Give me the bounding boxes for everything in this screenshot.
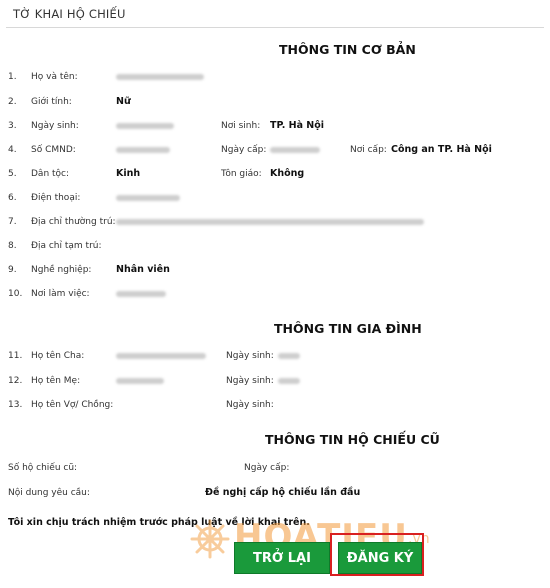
row-number: 8. [8,241,17,251]
page-title: TỜ KHAI HỘ CHIẾU [13,7,126,21]
row-number: 3. [8,121,17,131]
birth-date-label: Ngày sinh: [31,121,79,131]
request-content-value: Đề nghị cấp hộ chiếu lần đầu [205,487,361,498]
phone-label: Điện thoại: [31,193,81,203]
row-number: 7. [8,217,17,227]
request-content-label: Nội dung yêu cầu: [8,488,90,498]
mother-name-value-redacted [116,378,164,384]
old-passport-number-label: Số hộ chiếu cũ: [8,463,78,473]
id-issued-place-label: Nơi cấp: [350,145,387,155]
id-card-label: Số CMND: [31,145,76,155]
row-number: 10. [8,289,23,299]
phone-value-redacted [116,195,180,201]
row-number: 1. [8,72,17,82]
father-name-label: Họ tên Cha: [31,351,85,361]
declaration-text: Tôi xin chịu trách nhiệm trước pháp luật… [8,517,310,528]
father-name-value-redacted [116,353,206,359]
mother-name-label: Họ tên Mẹ: [31,376,81,386]
row-number: 4. [8,145,17,155]
mother-birth-label: Ngày sinh: [226,376,274,386]
religion-value: Không [270,168,305,179]
row-number: 6. [8,193,17,203]
old-passport-issued-label: Ngày cấp: [244,463,290,473]
section-title-old-passport: THÔNG TIN HỘ CHIẾU CŨ [265,432,440,447]
row-number: 2. [8,97,17,107]
father-birth-value-redacted [278,353,300,359]
id-issued-date-value-redacted [270,147,320,153]
religion-label: Tôn giáo: [221,169,262,179]
id-issued-date-label: Ngày cấp: [221,145,267,155]
workplace-value-redacted [116,291,166,297]
section-title-basic: THÔNG TIN CƠ BẢN [279,42,416,57]
ethnicity-label: Dân tộc: [31,169,70,179]
birth-place-value: TP. Hà Nội [270,120,325,131]
temporary-address-label: Địa chỉ tạm trú: [31,241,102,251]
birth-place-label: Nơi sinh: [221,121,261,131]
row-number: 12. [8,376,23,386]
father-birth-label: Ngày sinh: [226,351,274,361]
gender-label: Giới tính: [31,97,72,107]
mother-birth-value-redacted [278,378,300,384]
id-issued-place-value: Công an TP. Hà Nội [391,144,492,155]
row-number: 5. [8,169,17,179]
occupation-label: Nghề nghiệp: [31,265,92,275]
occupation-value: Nhân viên [116,264,170,275]
ethnicity-value: Kinh [116,168,141,179]
spouse-birth-label: Ngày sinh: [226,400,274,410]
passport-declaration-page: TỜ KHAI HỘ CHIẾU THÔNG TIN CƠ BẢN 1. Họ … [0,0,550,588]
id-card-value-redacted [116,147,170,153]
gender-value: Nữ [116,96,131,107]
row-number: 11. [8,351,23,361]
spouse-name-label: Họ tên Vợ/ Chồng: [31,400,114,410]
section-title-family: THÔNG TIN GIA ĐÌNH [274,321,422,336]
header-divider [6,27,544,28]
row-number: 9. [8,265,17,275]
permanent-address-value-redacted [116,219,424,225]
register-button[interactable]: ĐĂNG KÝ [338,542,422,574]
row-number: 13. [8,400,23,410]
workplace-label: Nơi làm việc: [31,289,90,299]
full-name-value-redacted [116,74,204,80]
permanent-address-label: Địa chỉ thường trú: [31,217,116,227]
full-name-label: Họ và tên: [31,72,78,82]
birth-date-value-redacted [116,123,174,129]
back-button[interactable]: TRỞ LẠI [234,542,330,574]
